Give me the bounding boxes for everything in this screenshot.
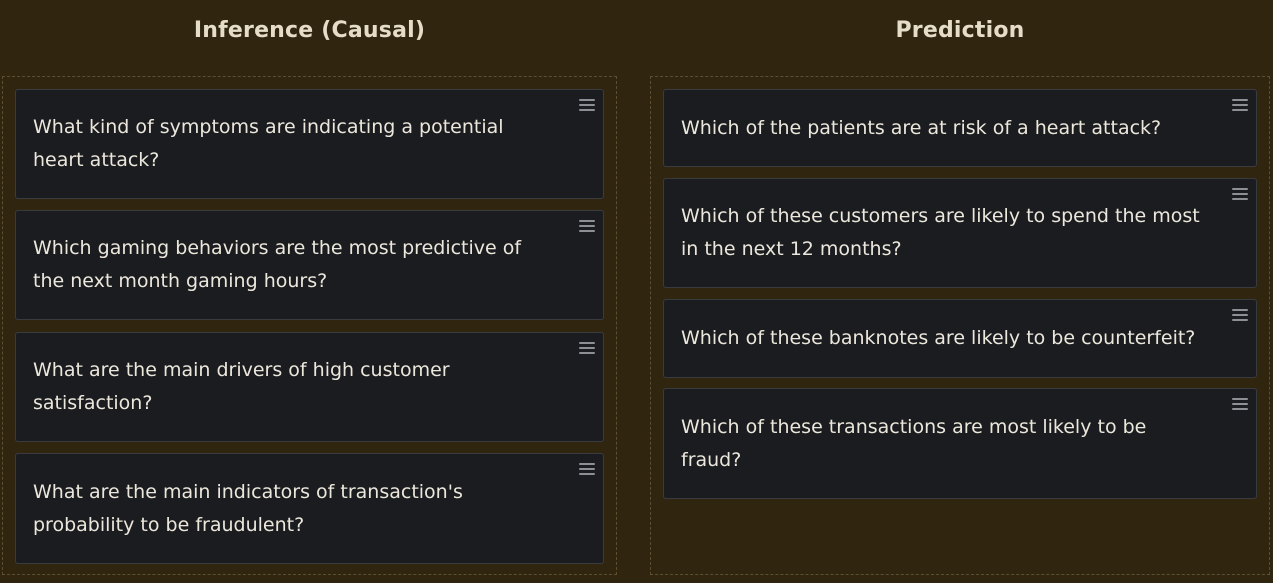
card-text: Which of the patients are at risk of a h… xyxy=(681,116,1162,139)
card-item[interactable]: Which gaming behaviors are the most pred… xyxy=(15,210,604,320)
card-text: Which of these customers are likely to s… xyxy=(681,205,1200,260)
card-text: What kind of symptoms are indicating a p… xyxy=(33,116,504,171)
column-title-inference: Inference (Causal) xyxy=(193,18,426,43)
dropzone-inference[interactable]: What kind of symptoms are indicating a p… xyxy=(2,76,617,575)
drag-handle-icon[interactable] xyxy=(1232,188,1248,200)
card-item[interactable]: Which of these customers are likely to s… xyxy=(663,178,1257,288)
card-item[interactable]: Which of the patients are at risk of a h… xyxy=(663,89,1257,167)
card-text: Which gaming behaviors are the most pred… xyxy=(33,237,522,292)
card-text: What are the main drivers of high custom… xyxy=(33,359,450,414)
card-item[interactable]: What kind of symptoms are indicating a p… xyxy=(15,89,604,199)
drag-handle-icon[interactable] xyxy=(579,220,595,232)
column-title-prediction: Prediction xyxy=(895,18,1025,43)
card-text: Which of these transactions are most lik… xyxy=(681,415,1147,471)
drag-handle-icon[interactable] xyxy=(1232,99,1248,111)
drag-handle-icon[interactable] xyxy=(1232,309,1248,321)
dropzone-prediction[interactable]: Which of the patients are at risk of a h… xyxy=(650,76,1270,575)
card-item[interactable]: What are the main drivers of high custom… xyxy=(15,332,604,442)
card-text: What are the main indicators of transact… xyxy=(33,480,463,536)
column-inference: Inference (Causal) What kind of symptoms… xyxy=(2,0,617,583)
sorting-board: Inference (Causal) What kind of symptoms… xyxy=(0,0,1273,583)
drag-handle-icon[interactable] xyxy=(579,99,595,111)
card-item[interactable]: What are the main indicators of transact… xyxy=(15,453,604,564)
card-item[interactable]: Which of these banknotes are likely to b… xyxy=(663,299,1257,378)
drag-handle-icon[interactable] xyxy=(1232,398,1248,410)
drag-handle-icon[interactable] xyxy=(579,342,595,354)
card-text: Which of these banknotes are likely to b… xyxy=(681,327,1196,349)
card-item[interactable]: Which of these transactions are most lik… xyxy=(663,388,1257,499)
column-prediction: Prediction Which of the patients are at … xyxy=(650,0,1270,583)
drag-handle-icon[interactable] xyxy=(579,463,595,475)
